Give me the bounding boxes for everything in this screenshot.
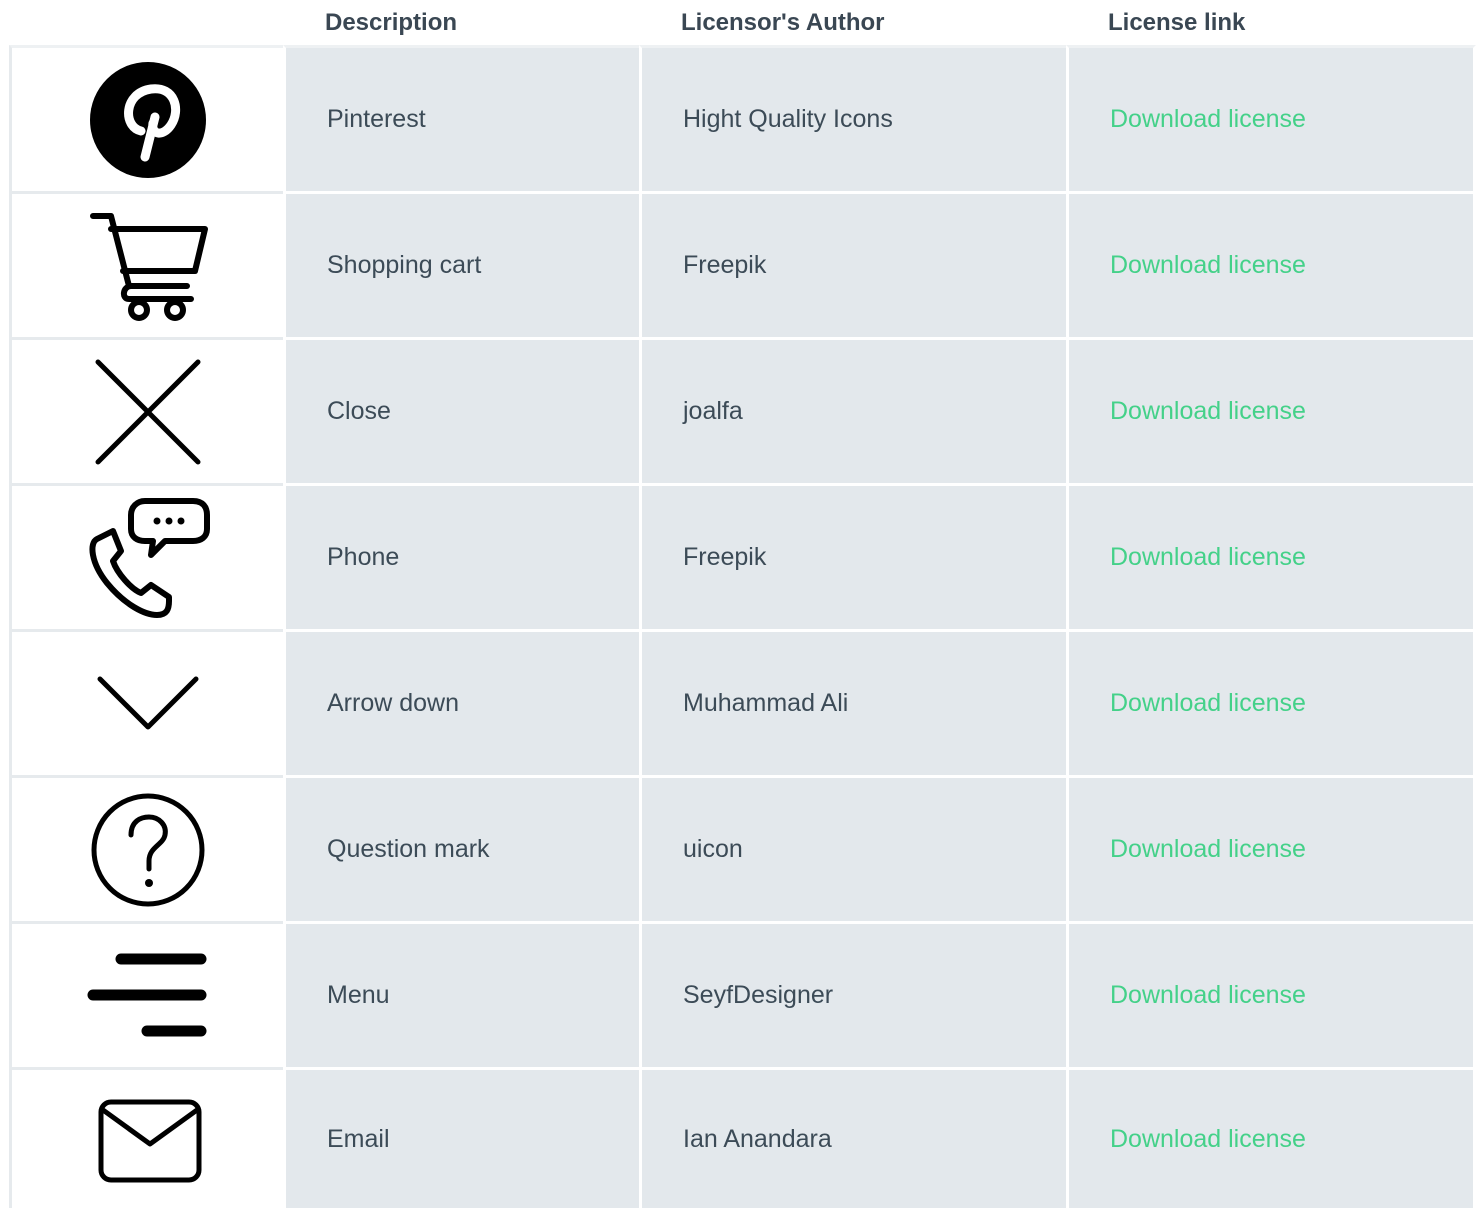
description-cell: Close <box>283 337 639 483</box>
link-cell: Download license <box>1066 629 1476 775</box>
icon-cell <box>9 921 283 1067</box>
phone-chat-icon <box>83 493 213 623</box>
pinterest-icon <box>83 55 213 185</box>
shopping-cart-icon <box>83 201 213 331</box>
description-cell: Email <box>283 1067 639 1208</box>
column-header-description: Description <box>283 0 639 45</box>
table-row: Shopping cart Freepik Download license <box>9 191 1476 337</box>
download-license-link[interactable]: Download license <box>1110 105 1306 133</box>
download-license-link[interactable]: Download license <box>1110 835 1306 863</box>
email-icon <box>83 1074 213 1204</box>
link-cell: Download license <box>1066 1067 1476 1208</box>
link-cell: Download license <box>1066 45 1476 191</box>
link-cell: Download license <box>1066 191 1476 337</box>
license-table: Description Licensor's Author License li… <box>9 0 1476 1208</box>
icon-cell <box>9 1067 283 1208</box>
table-row: Question mark uicon Download license <box>9 775 1476 921</box>
author-cell: Muhammad Ali <box>639 629 1066 775</box>
icon-cell <box>9 337 283 483</box>
table-row: Arrow down Muhammad Ali Download license <box>9 629 1476 775</box>
link-cell: Download license <box>1066 483 1476 629</box>
icon-cell <box>9 483 283 629</box>
author-cell: Freepik <box>639 191 1066 337</box>
description-cell: Phone <box>283 483 639 629</box>
author-cell: SeyfDesigner <box>639 921 1066 1067</box>
icon-cell <box>9 45 283 191</box>
download-license-link[interactable]: Download license <box>1110 251 1306 279</box>
description-cell: Question mark <box>283 775 639 921</box>
table-body: Pinterest Hight Quality Icons Download l… <box>9 45 1476 1208</box>
download-license-link[interactable]: Download license <box>1110 543 1306 571</box>
question-mark-icon <box>83 785 213 915</box>
author-cell: uicon <box>639 775 1066 921</box>
column-header-icon <box>9 0 283 45</box>
author-cell: Ian Anandara <box>639 1067 1066 1208</box>
description-cell: Pinterest <box>283 45 639 191</box>
column-header-link: License link <box>1066 0 1476 45</box>
table-row: Email Ian Anandara Download license <box>9 1067 1476 1208</box>
download-license-link[interactable]: Download license <box>1110 981 1306 1009</box>
table-row: Menu SeyfDesigner Download license <box>9 921 1476 1067</box>
description-cell: Arrow down <box>283 629 639 775</box>
link-cell: Download license <box>1066 921 1476 1067</box>
menu-icon <box>83 931 213 1061</box>
table-header: Description Licensor's Author License li… <box>9 0 1476 45</box>
icon-cell <box>9 775 283 921</box>
link-cell: Download license <box>1066 337 1476 483</box>
icon-cell <box>9 191 283 337</box>
close-icon <box>83 347 213 477</box>
table-row: Close joalfa Download license <box>9 337 1476 483</box>
author-cell: joalfa <box>639 337 1066 483</box>
column-header-author: Licensor's Author <box>639 0 1066 45</box>
chevron-down-icon <box>83 639 213 769</box>
table-row: Phone Freepik Download license <box>9 483 1476 629</box>
header-row: Description Licensor's Author License li… <box>9 0 1476 45</box>
description-cell: Menu <box>283 921 639 1067</box>
table-row: Pinterest Hight Quality Icons Download l… <box>9 45 1476 191</box>
author-cell: Freepik <box>639 483 1066 629</box>
link-cell: Download license <box>1066 775 1476 921</box>
description-cell: Shopping cart <box>283 191 639 337</box>
icon-cell <box>9 629 283 775</box>
author-cell: Hight Quality Icons <box>639 45 1066 191</box>
download-license-link[interactable]: Download license <box>1110 397 1306 425</box>
download-license-link[interactable]: Download license <box>1110 1125 1306 1153</box>
download-license-link[interactable]: Download license <box>1110 689 1306 717</box>
